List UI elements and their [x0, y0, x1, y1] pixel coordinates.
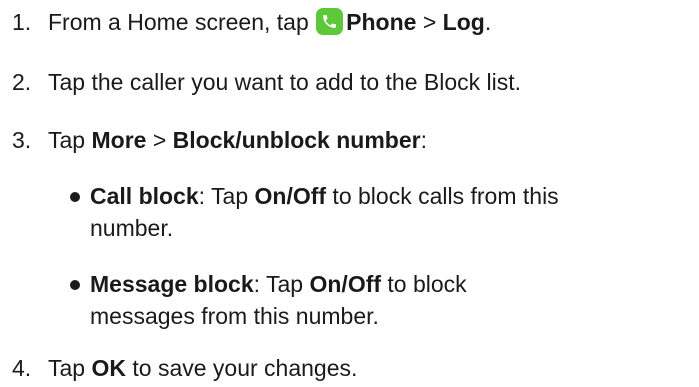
bullet-line-1: Call block: Tap On/Off to block calls fr… — [90, 180, 690, 212]
punctuation: . — [484, 9, 492, 35]
bullet-title: Call block — [90, 183, 199, 209]
step-3: 3. Tap More > Block/unblock number: — [0, 124, 427, 156]
ok-label: OK — [91, 355, 126, 381]
bullet-title: Message block — [90, 271, 254, 297]
bullet-text-segment: to block — [381, 271, 467, 297]
step-4: 4. Tap OK to save your changes. — [0, 352, 357, 384]
phone-label: Phone — [346, 9, 417, 35]
step-1: 1. From a Home screen, tap Phone > Log. — [0, 6, 491, 38]
separator: > — [146, 127, 173, 153]
step-number: 2. — [12, 69, 32, 95]
bullet-line-2: messages from this number. — [90, 303, 379, 329]
bullet-dot — [70, 280, 80, 290]
punctuation: : — [420, 127, 427, 153]
bullet-text-segment: to block calls from this — [326, 183, 559, 209]
bullet-action: On/Off — [254, 183, 327, 209]
bullet-text-segment: : Tap — [198, 183, 255, 209]
phone-app-icon — [316, 8, 344, 35]
step-text-rest: to save your changes. — [125, 355, 358, 381]
step-2: 2. Tap the caller you want to add to the … — [0, 66, 521, 98]
step-text: From a Home screen, tap — [48, 9, 316, 35]
step-number: 1. — [12, 9, 32, 35]
bullet-message-block: Message block: Tap On/Off to block messa… — [70, 268, 690, 332]
step-text: Tap the caller you want to add to the Bl… — [48, 69, 522, 95]
step-number: 4. — [12, 355, 32, 381]
bullet-text-segment: : Tap — [253, 271, 310, 297]
separator: > — [416, 9, 443, 35]
bullet-call-block: Call block: Tap On/Off to block calls fr… — [70, 180, 690, 244]
bullet-dot — [70, 192, 80, 202]
step-number: 3. — [12, 127, 32, 153]
block-unblock-label: Block/unblock number — [172, 127, 421, 153]
bullet-action: On/Off — [309, 271, 382, 297]
step-text: Tap — [48, 127, 92, 153]
step-text: Tap — [48, 355, 92, 381]
bullet-line-1: Message block: Tap On/Off to block — [90, 268, 690, 300]
more-label: More — [91, 127, 147, 153]
bullet-line-2: number. — [90, 215, 174, 241]
log-label: Log — [442, 9, 485, 35]
